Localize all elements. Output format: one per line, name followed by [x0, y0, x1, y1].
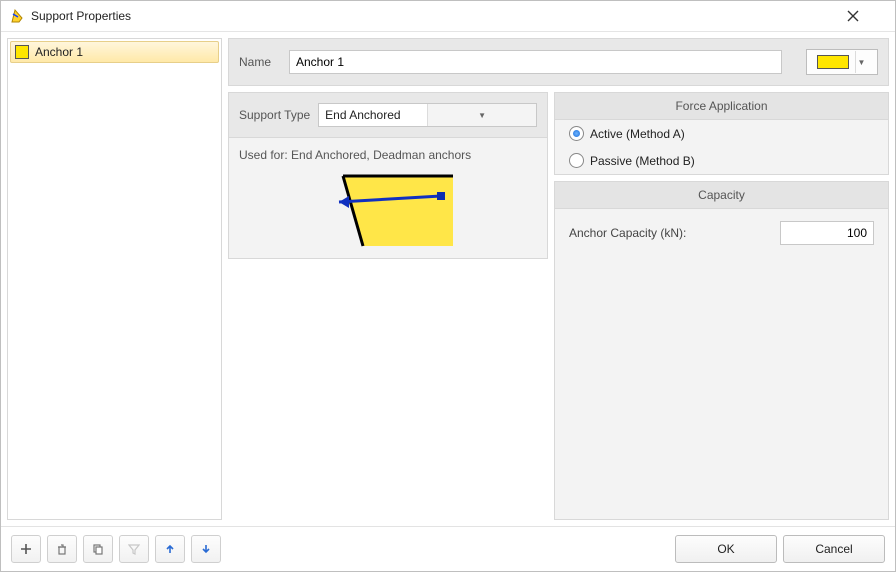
button-label: Cancel — [815, 542, 852, 556]
preview-area: Used for: End Anchored, Deadman anchors — [229, 138, 547, 258]
force-option-active[interactable]: Active (Method A) — [555, 120, 888, 147]
columns: Support Type End Anchored ▼ Used for: En… — [228, 92, 889, 520]
filter-button[interactable] — [119, 535, 149, 563]
name-panel: Name ▼ — [228, 38, 889, 86]
chevron-down-icon: ▼ — [855, 51, 868, 73]
titlebar: Support Properties — [1, 1, 895, 32]
preview-caption: Used for: End Anchored, Deadman anchors — [239, 148, 537, 162]
bottom-toolbar: OK Cancel — [1, 526, 895, 571]
support-list: Anchor 1 — [8, 39, 221, 519]
support-type-select[interactable]: End Anchored ▼ — [318, 103, 537, 127]
close-button[interactable] — [847, 10, 887, 22]
arrow-up-icon — [164, 543, 176, 555]
trash-icon — [56, 543, 68, 555]
cancel-button[interactable]: Cancel — [783, 535, 885, 563]
window-title: Support Properties — [31, 9, 847, 23]
capacity-panel: Capacity Anchor Capacity (kN): — [554, 181, 889, 520]
duplicate-button[interactable] — [83, 535, 113, 563]
force-application-panel: Force Application Active (Method A) Pass… — [554, 92, 889, 175]
dialog-body: Anchor 1 Name ▼ — [1, 32, 895, 526]
app-icon — [9, 8, 25, 24]
filter-icon — [128, 543, 140, 555]
capacity-filler — [555, 257, 888, 519]
force-application-header: Force Application — [555, 93, 888, 120]
left-column: Support Type End Anchored ▼ Used for: En… — [228, 92, 548, 520]
button-label: OK — [717, 542, 734, 556]
copy-icon — [92, 543, 104, 555]
force-option-passive[interactable]: Passive (Method B) — [555, 147, 888, 174]
name-label: Name — [239, 55, 279, 69]
capacity-header: Capacity — [555, 182, 888, 209]
preview-diagram — [303, 168, 473, 248]
ok-button[interactable]: OK — [675, 535, 777, 563]
support-properties-dialog: Support Properties Anchor 1 Name — [0, 0, 896, 572]
arrow-down-icon — [200, 543, 212, 555]
radio-icon — [569, 153, 584, 168]
radio-icon — [569, 126, 584, 141]
color-picker-button[interactable]: ▼ — [806, 49, 878, 75]
move-down-button[interactable] — [191, 535, 221, 563]
right-column: Force Application Active (Method A) Pass… — [554, 92, 889, 520]
capacity-label: Anchor Capacity (kN): — [569, 226, 780, 240]
color-swatch-icon — [15, 45, 29, 59]
main-panel: Name ▼ Support Type End — [228, 38, 889, 520]
support-list-panel: Anchor 1 — [7, 38, 222, 520]
color-swatch-icon — [817, 55, 849, 69]
name-input[interactable] — [289, 50, 782, 74]
support-type-value: End Anchored — [319, 108, 427, 122]
chevron-down-icon: ▼ — [427, 104, 536, 126]
support-list-item[interactable]: Anchor 1 — [10, 41, 219, 63]
move-up-button[interactable] — [155, 535, 185, 563]
support-type-panel: Support Type End Anchored ▼ Used for: En… — [228, 92, 548, 259]
force-option-label: Passive (Method B) — [590, 154, 695, 168]
plus-icon — [20, 543, 32, 555]
add-button[interactable] — [11, 535, 41, 563]
support-list-item-label: Anchor 1 — [35, 45, 83, 59]
delete-button[interactable] — [47, 535, 77, 563]
support-type-label: Support Type — [239, 108, 310, 122]
capacity-input[interactable] — [780, 221, 874, 245]
force-option-label: Active (Method A) — [590, 127, 685, 141]
